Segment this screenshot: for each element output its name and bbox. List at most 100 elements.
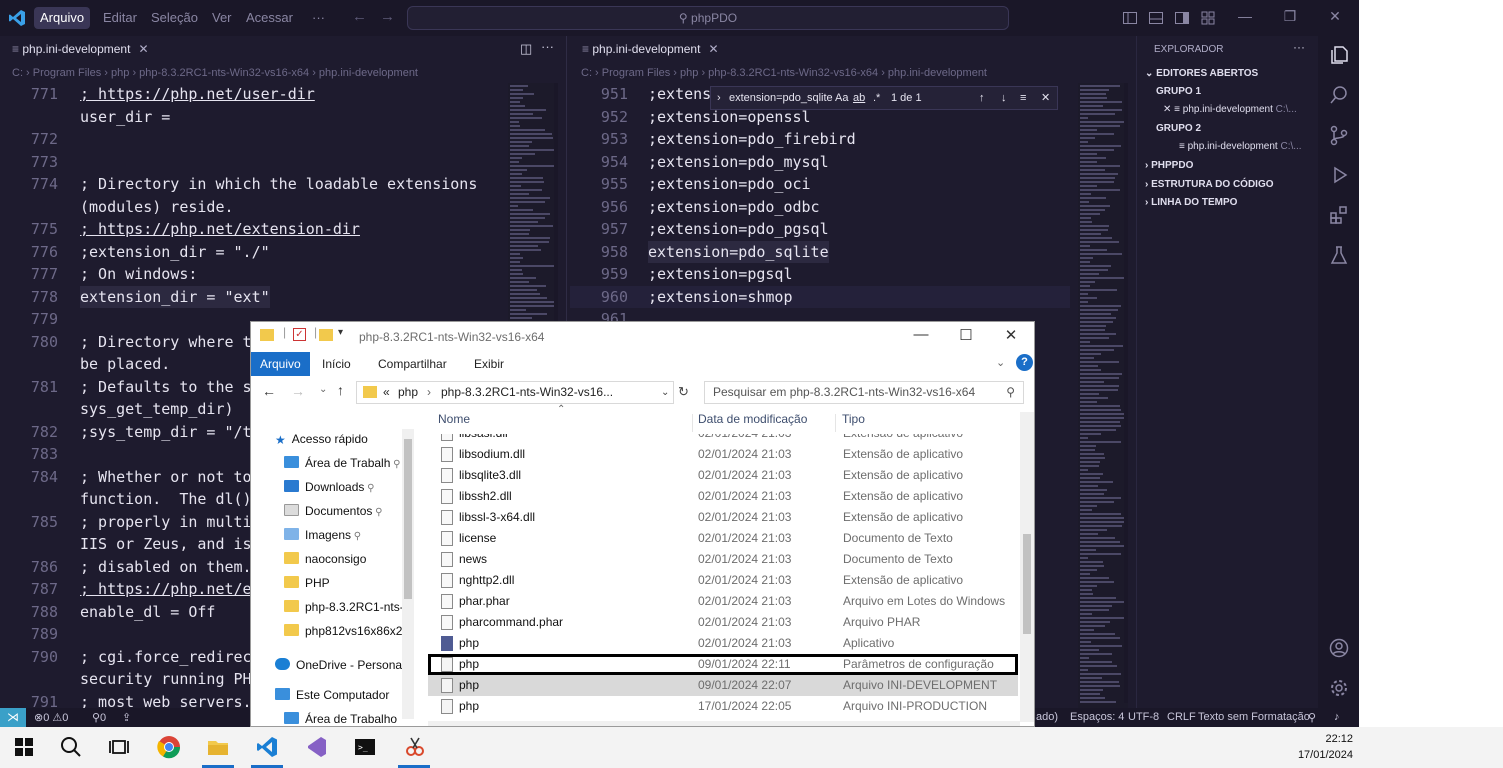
live-share-icon[interactable]: ⇪ <box>122 711 131 724</box>
breadcrumb-item[interactable]: Program Files <box>33 67 101 79</box>
ribbon-tab-file[interactable]: Arquivo <box>251 352 310 376</box>
code-text[interactable]: ; properly in multi <box>80 511 252 534</box>
timeline-section[interactable]: › LINHA DO TEMPO <box>1145 197 1237 208</box>
file-row[interactable]: libssl-3-x64.dll 02/01/2024 21:03 Extensão… <box>428 507 1018 528</box>
file-list-scrollbar[interactable] <box>1020 412 1034 722</box>
code-line[interactable]: 773 <box>0 151 500 174</box>
breadcrumb-item[interactable]: php <box>111 67 129 79</box>
code-line[interactable]: (modules) reside. <box>0 196 500 219</box>
menu-selection[interactable]: Seleção <box>145 7 204 29</box>
close-button[interactable]: ✕ <box>1325 8 1345 25</box>
file-row[interactable]: pharcommand.phar 02/01/2024 21:03 Arquivo … <box>428 612 1018 633</box>
code-text[interactable]: be placed. <box>80 353 170 376</box>
windows-start-icon[interactable] <box>12 735 36 759</box>
task-view-icon[interactable] <box>107 735 131 759</box>
code-line[interactable]: 955 ;extension=pdo_oci <box>570 173 1070 196</box>
account-icon[interactable] <box>1328 637 1350 659</box>
code-text[interactable]: ; Defaults to the s <box>80 376 252 399</box>
file-row[interactable]: nghttp2.dll 02/01/2024 21:03 Extensão de a… <box>428 570 1018 591</box>
next-match-icon[interactable]: ↓ <box>1001 87 1007 109</box>
code-text[interactable]: ; https://php.net/extension-dir <box>80 218 360 241</box>
code-text[interactable]: ;sys_temp_dir = "/t <box>80 421 252 444</box>
column-name[interactable]: Nome <box>438 412 470 434</box>
right-minimap[interactable] <box>1078 83 1128 713</box>
refresh-icon[interactable]: ↻ <box>678 384 689 400</box>
code-line[interactable]: user_dir = <box>0 106 500 129</box>
breadcrumb-item[interactable]: C: <box>12 67 23 79</box>
breadcrumb-item[interactable]: php.ini-development <box>888 67 987 79</box>
terminal-icon[interactable]: >_ <box>353 735 377 759</box>
file-row[interactable]: php 02/01/2024 21:03 Aplicativo <box>428 633 1018 654</box>
code-line[interactable]: 953 ;extension=pdo_firebird <box>570 128 1070 151</box>
previous-match-icon[interactable]: ↑ <box>979 87 985 109</box>
toggle-secondary-sidebar-icon[interactable] <box>1174 10 1190 26</box>
status-mode[interactable]: ado) <box>1036 711 1058 723</box>
recent-locations-icon[interactable]: ⌄ <box>319 384 327 395</box>
ribbon-tab-view[interactable]: Exibir <box>465 352 513 376</box>
problems-counter[interactable]: ⊗0 ⚠0 <box>34 711 68 724</box>
code-line[interactable]: 959 ;extension=pgsql <box>570 263 1070 286</box>
code-text[interactable]: ;extension=pdo_oci <box>648 173 811 196</box>
back-arrow-icon[interactable]: ← <box>352 8 367 25</box>
nav-item[interactable]: Documentos ⚲ <box>284 504 382 518</box>
explorer-files-icon[interactable] <box>1328 44 1350 66</box>
code-text[interactable]: extension_dir = "ext" <box>80 285 270 308</box>
ribbon-tab-home[interactable]: Início <box>313 352 360 376</box>
outline-section[interactable]: › ESTRUTURA DO CÓDIGO <box>1145 179 1274 190</box>
tab-php-ini-left[interactable]: ≡ php.ini-development ✕ <box>0 36 161 63</box>
system-clock[interactable]: 22:12 17/01/2024 <box>1298 731 1353 763</box>
nav-item[interactable]: naoconsigo <box>284 552 366 566</box>
search-box[interactable]: Pesquisar em php-8.3.2RC1-nts-Win32-vs16… <box>704 381 1024 404</box>
ribbon-tab-share[interactable]: Compartilhar <box>369 352 456 376</box>
file-row[interactable]: php 09/01/2024 22:07 Arquivo INI-DEVELOPME… <box>428 675 1018 696</box>
code-text[interactable]: ;extension=pdo_firebird <box>648 128 856 151</box>
tab-php-ini-right[interactable]: ≡ php.ini-development ✕ <box>570 36 731 63</box>
code-line[interactable]: 771 ; https://php.net/user-dir <box>0 83 500 106</box>
code-line[interactable]: 957 ;extension=pdo_pgsql <box>570 218 1070 241</box>
open-editor-item-1[interactable]: ✕ ≡ php.ini-development C:\... <box>1163 104 1297 115</box>
code-text[interactable]: user_dir = <box>80 106 170 129</box>
breadcrumb-item[interactable]: php-8.3.2RC1-nts-Win32-vs16-x64 <box>139 67 309 79</box>
code-text[interactable]: sys_get_temp_dir) <box>80 398 234 421</box>
search-icon[interactable] <box>1328 84 1350 106</box>
command-center-search[interactable]: ⚲ phpPDO <box>407 6 1009 30</box>
close-icon[interactable]: ✕ <box>1163 104 1174 115</box>
code-text[interactable]: ;extension=pdo_pgsql <box>648 218 829 241</box>
file-row[interactable]: phar.phar 02/01/2024 21:03 Arquivo em Lote… <box>428 591 1018 612</box>
toggle-panel-icon[interactable] <box>1148 10 1164 26</box>
restore-button[interactable]: ❐ <box>1280 8 1300 25</box>
code-line[interactable]: 776 ;extension_dir = "./" <box>0 241 500 264</box>
file-row[interactable]: libsasl.dll 02/01/2024 21:03 Extensão de a… <box>428 434 1018 444</box>
file-row[interactable]: license 02/01/2024 21:03 Documento de Text… <box>428 528 1018 549</box>
remote-icon[interactable]: ⋊ <box>0 708 26 727</box>
extensions-icon[interactable] <box>1328 204 1350 226</box>
run-debug-icon[interactable] <box>1328 164 1350 186</box>
nav-scrollbar[interactable] <box>402 429 414 719</box>
nav-item[interactable]: php-8.3.2RC1-nts- <box>284 600 404 614</box>
code-text[interactable]: ; On windows: <box>80 263 197 286</box>
ports-counter[interactable]: ⚲0 <box>92 711 106 724</box>
ribbon-expand-icon[interactable]: ⌄ <box>996 356 1005 369</box>
address-bar[interactable]: « php › php-8.3.2RC1-nts-Win32-vs16... ⌄ <box>356 381 674 404</box>
address-dropdown-icon[interactable]: ⌄ <box>661 382 669 403</box>
nav-item[interactable]: Área de Trabalh ⚲ <box>284 456 401 470</box>
quick-access-dropdown-icon[interactable]: ▾ <box>338 327 343 338</box>
nav-item[interactable]: Este Computador <box>275 688 389 702</box>
file-row[interactable]: libsqlite3.dll 02/01/2024 21:03 Extensão d… <box>428 465 1018 486</box>
help-icon[interactable]: ? <box>1016 354 1033 371</box>
code-line[interactable]: 772 <box>0 128 500 151</box>
new-folder-icon[interactable] <box>319 329 333 341</box>
code-line[interactable]: 956 ;extension=pdo_odbc <box>570 196 1070 219</box>
code-text[interactable]: extension=pdo_sqlite <box>648 240 829 263</box>
code-line[interactable]: 774 ; Directory in which the loadable ext… <box>0 173 500 196</box>
pin-icon[interactable]: ⚲ <box>364 483 374 494</box>
pin-icon[interactable]: ⚲ <box>390 459 400 470</box>
nav-item[interactable]: ★ Acesso rápido <box>275 432 368 447</box>
match-case-toggle[interactable]: Aa <box>835 87 848 109</box>
search-icon[interactable] <box>59 735 83 759</box>
right-editor[interactable]: 951 ;extens 952 ;extension=openssl 953 ;exten… <box>570 83 1075 333</box>
code-text[interactable]: ; cgi.force_redirec <box>80 646 252 669</box>
language-mode-status[interactable]: Texto sem Formatação <box>1198 711 1310 723</box>
back-arrow-icon[interactable]: ← <box>262 383 276 399</box>
toggle-primary-sidebar-icon[interactable] <box>1122 10 1138 26</box>
